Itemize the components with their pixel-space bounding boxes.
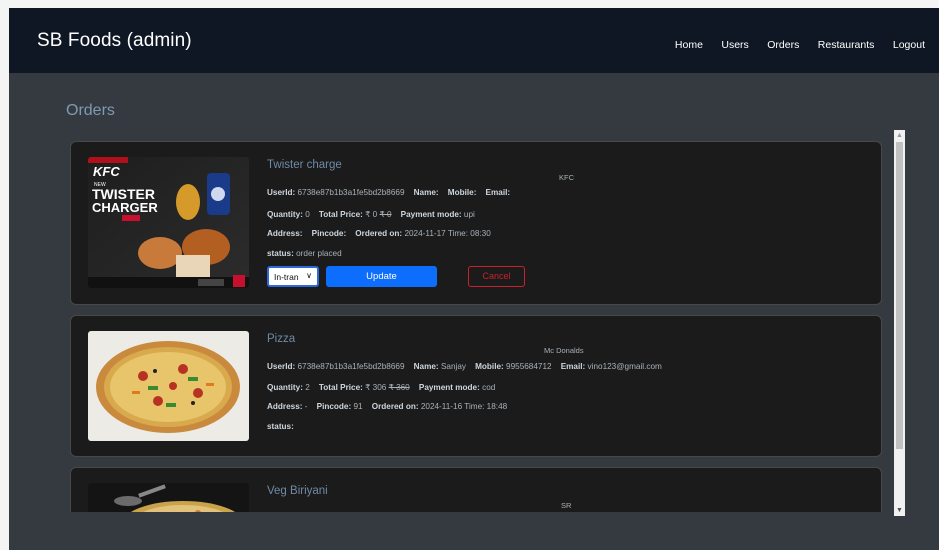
- scroll-down-arrow-icon[interactable]: ▼: [894, 505, 905, 516]
- scrollbar-thumb[interactable]: [896, 142, 903, 449]
- restaurant-name: SR: [561, 501, 572, 510]
- status-select[interactable]: In-tran ∨: [267, 266, 319, 287]
- order-card: Veg Biriyani SR: [70, 467, 882, 512]
- brand-title: SB Foods (admin): [37, 30, 192, 51]
- order-title: Pizza: [267, 333, 296, 345]
- orders-list[interactable]: KFC NEW TWISTER CHARGER Twister charge K…: [70, 141, 883, 512]
- nav-users[interactable]: Users: [721, 39, 748, 51]
- order-payment-line: Quantity: 0 Total Price: ₹ 0 ₹ 0 Payment…: [267, 210, 475, 219]
- app-frame: SB Foods (admin) Home Users Orders Resta…: [9, 8, 939, 550]
- nav-home[interactable]: Home: [675, 39, 703, 51]
- svg-text:CHARGER: CHARGER: [92, 200, 158, 215]
- page-title: Orders: [66, 102, 115, 119]
- pizza-image: [88, 331, 249, 441]
- nav-logout[interactable]: Logout: [893, 39, 925, 51]
- nav-restaurants[interactable]: Restaurants: [818, 39, 875, 51]
- order-image-biriyani: [88, 483, 249, 512]
- kfc-box-image: KFC NEW TWISTER CHARGER: [88, 157, 249, 288]
- order-address-line: Address: - Pincode: 91 Ordered on: 2024-…: [267, 402, 508, 411]
- order-status-line: status:: [267, 422, 294, 431]
- cancel-button[interactable]: Cancel: [468, 266, 525, 287]
- navbar: SB Foods (admin) Home Users Orders Resta…: [9, 8, 939, 73]
- biriyani-image: [88, 483, 249, 512]
- order-status-line: status: order placed: [267, 249, 342, 258]
- status-select-value: In-tran: [274, 272, 299, 282]
- update-button[interactable]: Update: [326, 266, 437, 287]
- order-title: Veg Biriyani: [267, 485, 328, 497]
- scrollbar[interactable]: ▲ ▼: [894, 130, 905, 516]
- restaurant-name: KFC: [559, 173, 574, 182]
- order-address-line: Address: Pincode: Ordered on: 2024-11-17…: [267, 229, 491, 238]
- order-payment-line: Quantity: 2 Total Price: ₹ 306 ₹ 360 Pay…: [267, 383, 496, 392]
- order-card: Pizza Mc Donalds UserId: 6738e87b1b3a1fe…: [70, 315, 882, 457]
- chevron-down-icon: ∨: [306, 271, 312, 280]
- order-card: KFC NEW TWISTER CHARGER Twister charge K…: [70, 141, 882, 305]
- order-image-kfc: KFC NEW TWISTER CHARGER: [88, 157, 249, 288]
- svg-text:KFC: KFC: [93, 164, 120, 179]
- nav-links: Home Users Orders Restaurants Logout: [661, 35, 925, 53]
- nav-orders[interactable]: Orders: [767, 39, 799, 51]
- order-user-line: UserId: 6738e87b1b3a1fe5bd2b8669 Name: S…: [267, 362, 662, 371]
- restaurant-name: Mc Donalds: [544, 346, 584, 355]
- order-title: Twister charge: [267, 159, 342, 171]
- scroll-up-arrow-icon[interactable]: ▲: [894, 130, 905, 141]
- order-image-pizza: [88, 331, 249, 441]
- order-user-line: UserId: 6738e87b1b3a1fe5bd2b8669 Name: M…: [267, 188, 511, 197]
